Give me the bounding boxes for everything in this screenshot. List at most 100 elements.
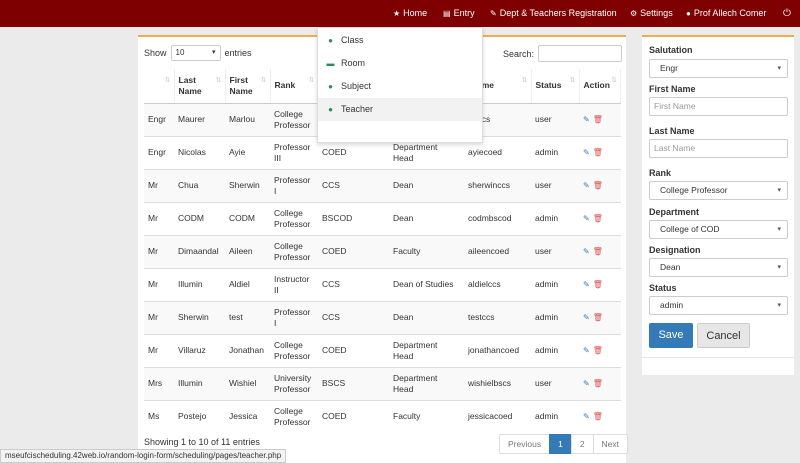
cancel-button[interactable]: Cancel [697,323,750,348]
col-salutation[interactable]: ⇅ [144,69,175,104]
table-row: Mrs Illumin Wishiel University Professor BSC… [144,366,621,400]
edit-icon[interactable]: ✎ [583,313,590,322]
salutation-cell: Mr [144,201,174,235]
search-input[interactable] [538,45,623,62]
trash-icon[interactable]: 🗑 [593,412,603,421]
last-name-cell: Chua [174,168,225,202]
table-row: Mr CODM CODM College Professor BSCOD Dean codm… [144,201,621,235]
nav-dept-label: Dept & Teachers Registration [499,8,617,18]
edit-icon[interactable]: ✎ [583,115,590,124]
nav-settings[interactable]: ⚙ Settings [630,0,673,27]
table-row: Mr Chua Sherwin Professor I CCS Dean sherwincc… [144,168,621,202]
col-action[interactable]: Action ⇅ [579,69,621,104]
edit-icon[interactable]: ✎ [583,280,590,289]
pagination-previous[interactable]: Previous [499,434,551,454]
trash-icon[interactable]: 🗑 [593,181,603,190]
edit-icon[interactable]: ✎ [583,214,590,223]
col-rank[interactable]: Rank ⇅ [270,69,319,104]
star-icon: ★ [393,9,401,18]
col-header-label: Last Name [178,74,202,96]
trash-icon[interactable]: 🗑 [593,313,603,322]
file-icon: ▤ [443,9,451,18]
edit-icon[interactable]: ✎ [583,181,590,190]
search-control: Search: [503,45,623,62]
salutation-value: Engr [660,63,678,73]
nav-dept-registration[interactable]: ✎ Dept & Teachers Registration [490,0,617,27]
col-header-label: First Name [229,74,253,96]
page-size-select[interactable]: 10 ▾ [170,45,221,61]
username-cell: aldielccs [464,267,531,301]
department-cell: CCS [318,300,389,334]
menu-item-teacher[interactable]: ● Teacher [318,98,482,121]
department-cell: BSCS [318,366,389,400]
power-icon[interactable]: ⏻ [783,0,791,27]
trash-icon[interactable]: 🗑 [593,214,603,223]
rank-cell: University Professor [270,366,318,400]
sort-icon: ⇅ [164,77,171,84]
nav-home[interactable]: ★ Home [393,0,427,27]
pagination-page-1[interactable]: 1 [549,434,572,454]
last-name-cell: Dimaandal [174,234,225,268]
nav-user[interactable]: ● Prof Allech Comer [686,0,766,27]
rank-cell: Professor I [270,168,318,202]
edit-icon[interactable]: ✎ [583,346,590,355]
department-select[interactable]: College of COD ▾ [649,220,788,239]
sort-icon: ⇅ [260,77,267,84]
trash-icon[interactable]: 🗑 [593,379,603,388]
lastname-field[interactable]: Last Name [649,139,788,158]
menu-item-class[interactable]: ● Class [318,29,482,52]
rank-select[interactable]: College Professor ▾ [649,181,788,200]
col-first-name[interactable]: First Name ⇅ [225,69,271,104]
col-status[interactable]: Status ⇅ [531,69,580,104]
table-row: Mr Dimaandal Aileen College Professor COED Fa… [144,234,621,268]
trash-icon[interactable]: 🗑 [593,115,603,124]
user-icon: ● [328,36,333,45]
salutation-cell: Mr [144,300,174,334]
salutation-cell: Ms [144,399,174,433]
designation-cell: Dean [389,201,464,235]
edit-icon[interactable]: ✎ [583,247,590,256]
col-last-name[interactable]: Last Name ⇅ [174,69,226,104]
department-cell: COED [318,399,389,433]
chevron-down-icon: ▾ [777,302,781,309]
menu-item-label: Teacher [341,104,374,114]
status-cell: admin [531,135,579,169]
first-name-cell: Sherwin [225,168,270,202]
last-name-cell: Illumin [174,366,225,400]
first-name-cell: test [225,300,270,334]
table-row: Mr Sherwin test Professor I CCS Dean testccs ad… [144,300,621,334]
trash-icon[interactable]: 🗑 [593,247,603,256]
first-name-cell: Marlou [225,102,270,136]
designation-cell: Dean of Studies [389,267,464,301]
nav-entry[interactable]: ▤ Entry [437,0,479,27]
edit-icon[interactable]: ✎ [583,379,590,388]
user-icon: ● [328,105,333,114]
trash-icon[interactable]: 🗑 [593,148,603,157]
menu-item-subject[interactable]: ● Subject [318,75,482,98]
first-name-cell: Jessica [225,399,270,433]
firstname-label: First Name [649,84,696,94]
chevron-down-icon: ▾ [777,264,781,271]
username-cell: codmbscod [464,201,531,235]
designation-select[interactable]: Dean ▾ [649,258,788,277]
rank-cell: Professor III [270,135,318,169]
last-name-cell: Postejo [174,399,225,433]
trash-icon[interactable]: 🗑 [593,346,603,355]
status-cell: admin [531,300,579,334]
designation-cell: Faculty [389,399,464,433]
firstname-field[interactable]: First Name [649,97,788,116]
col-header-label: Action [583,80,610,91]
menu-item-room[interactable]: ▬ Room [318,52,482,75]
last-name-cell: Illumin [174,267,225,301]
status-select[interactable]: admin ▾ [649,296,788,315]
department-cell: COED [318,234,389,268]
pagination-page-2[interactable]: 2 [570,434,594,454]
salutation-select[interactable]: Engr ▾ [649,59,788,78]
trash-icon[interactable]: 🗑 [593,280,603,289]
edit-icon[interactable]: ✎ [583,148,590,157]
edit-icon[interactable]: ✎ [583,412,590,421]
salutation-cell: Mr [144,267,174,301]
save-button[interactable]: Save [649,323,693,348]
gear-icon: ⚙ [630,9,638,18]
pagination-next[interactable]: Next [592,434,629,454]
